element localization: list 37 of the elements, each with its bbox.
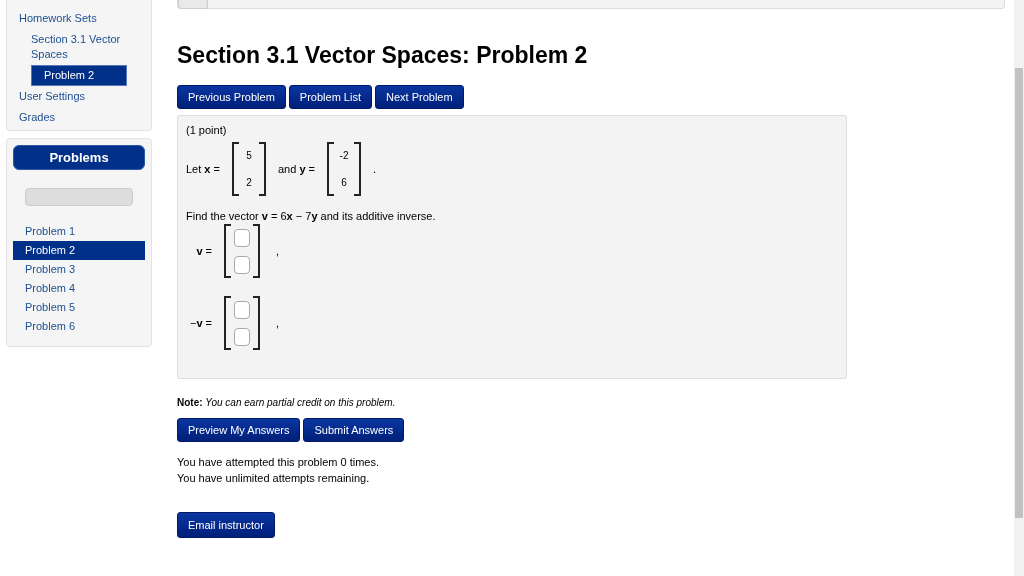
- problem-link[interactable]: Problem 6: [13, 317, 145, 336]
- problem-statement: Find the vector v = 6x − 7y and its additive inverse.: [186, 210, 437, 222]
- nav-button[interactable]: Previous Problem: [177, 85, 286, 109]
- answer-field[interactable]: [234, 255, 250, 274]
- vector-matrix: -2 6: [327, 142, 361, 196]
- vector-matrix: 5 2: [231, 142, 266, 196]
- punctuation: ,: [276, 245, 280, 257]
- nav-link[interactable]: User Settings: [7, 86, 151, 107]
- answer-field[interactable]: [234, 228, 250, 247]
- points-text: (1 point): [186, 124, 228, 136]
- nav-link[interactable]: Grades: [7, 107, 151, 128]
- problem-link[interactable]: Problem 4: [13, 279, 145, 298]
- answer-field[interactable]: [234, 327, 250, 346]
- math-label: Let x =: [186, 163, 220, 175]
- nav-button[interactable]: Next Problem: [374, 85, 464, 109]
- page-title: Section 3.1 Vector Spaces: Problem 2: [177, 42, 589, 69]
- problem-link[interactable]: Problem 1: [13, 222, 145, 241]
- attempts-text: You have unlimited attempts remaining.: [177, 471, 371, 486]
- attempts-text: You have attempted this problem 0 times.: [177, 455, 380, 470]
- math-label: v =: [195, 245, 212, 257]
- note-text: Note: You can earn partial credit on this problem.: [177, 397, 397, 408]
- nav-button[interactable]: Problem List: [288, 85, 372, 109]
- math-label: and y =: [277, 163, 315, 175]
- submit-button[interactable]: Preview My Answers: [177, 418, 301, 442]
- nav-link[interactable]: Section 3.1 Vector Spaces: [7, 29, 133, 65]
- answer-field[interactable]: [234, 300, 250, 319]
- nav-link[interactable]: Homework Sets: [7, 8, 151, 29]
- submit-button[interactable]: Submit Answers: [303, 418, 405, 442]
- punctuation: ,: [276, 317, 280, 329]
- nav-link[interactable]: Problem 2: [31, 65, 127, 86]
- math-label: −v =: [188, 317, 212, 329]
- email-button[interactable]: Email instructor: [177, 512, 275, 538]
- problem-link[interactable]: Problem 5: [13, 298, 145, 317]
- problem-link[interactable]: Problem 3: [13, 260, 145, 279]
- problem-link[interactable]: Problem 2: [13, 241, 145, 260]
- punctuation: .: [373, 163, 377, 175]
- panel-title: Problems: [13, 145, 145, 170]
